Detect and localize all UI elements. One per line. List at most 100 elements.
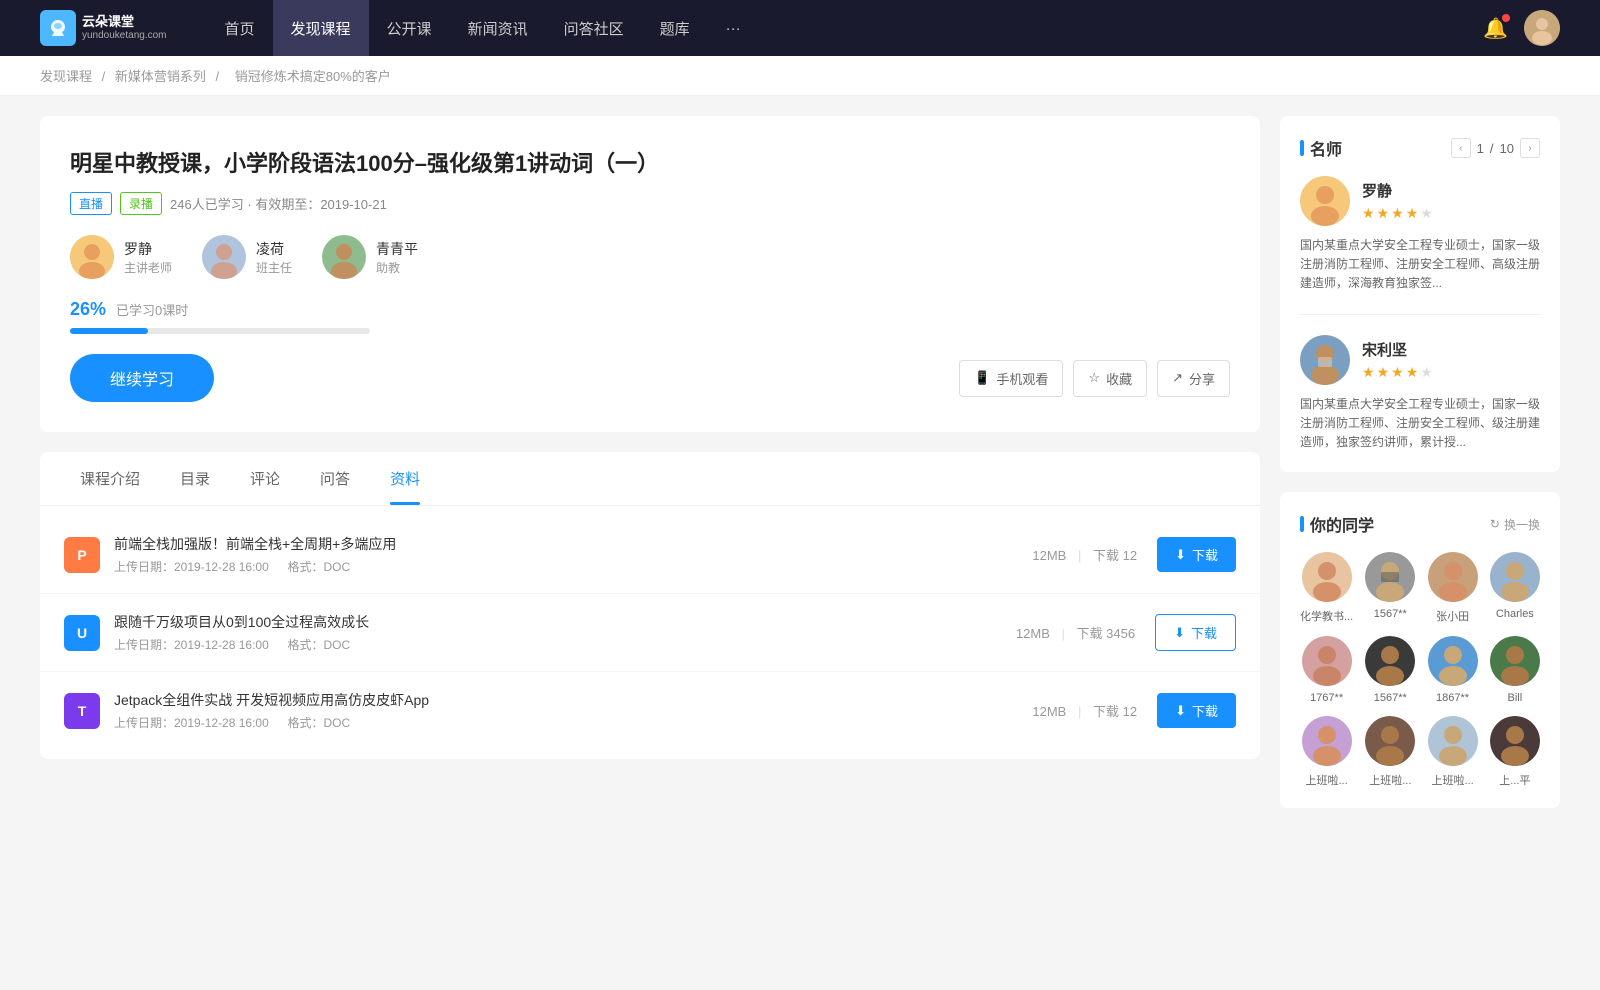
notification-bell[interactable]: 🔔 bbox=[1483, 16, 1508, 41]
file-list: P 前端全栈加强版！前端全栈+全周期+多端应用 上传日期：2019-12-28 … bbox=[40, 506, 1260, 759]
continue-button[interactable]: 继续学习 bbox=[70, 354, 214, 402]
tab-qa[interactable]: 问答 bbox=[300, 452, 370, 505]
logo-name: 云朵课堂 bbox=[82, 14, 134, 29]
student-name-5: 1567** bbox=[1374, 692, 1407, 704]
instructor-0: 罗静 主讲老师 bbox=[70, 235, 172, 279]
nav-item-open[interactable]: 公开课 bbox=[369, 0, 450, 56]
file-stats-2: 12MB | 下载 12 bbox=[1032, 701, 1137, 720]
teacher-stars-0: ★ ★ ★ ★ ★ bbox=[1362, 205, 1433, 222]
nav-item-qa[interactable]: 问答社区 bbox=[546, 0, 642, 56]
tab-reviews[interactable]: 评论 bbox=[230, 452, 300, 505]
download-icon-2: ⬇ bbox=[1175, 703, 1186, 719]
student-name-1: 1567** bbox=[1374, 608, 1407, 620]
course-actions: 继续学习 📱 手机观看 ☆ 收藏 ↗ 分享 bbox=[70, 354, 1230, 402]
nav-items: 首页 发现课程 公开课 新闻资讯 问答社区 题库 ··· bbox=[207, 0, 1484, 56]
student-item-8: 上班啦... bbox=[1300, 716, 1353, 788]
pager-total: 10 bbox=[1500, 141, 1514, 156]
refresh-icon: ↻ bbox=[1490, 517, 1500, 531]
download-icon-0: ⬇ bbox=[1175, 547, 1186, 563]
teachers-pager: ‹ 1 / 10 › bbox=[1451, 138, 1540, 158]
course-students: 246人已学习 · 有效期至：2019-10-21 bbox=[170, 194, 387, 213]
download-button-2[interactable]: ⬇ 下载 bbox=[1157, 693, 1236, 728]
instructor-role-1: 班主任 bbox=[256, 259, 292, 276]
course-instructors: 罗静 主讲老师 凌荷 班主任 bbox=[70, 235, 1230, 279]
breadcrumb-discover[interactable]: 发现课程 bbox=[40, 69, 92, 84]
collect-button[interactable]: ☆ 收藏 bbox=[1073, 360, 1147, 397]
file-name-0: 前端全栈加强版！前端全栈+全周期+多端应用 bbox=[114, 534, 1032, 554]
student-item-6: 1867** bbox=[1427, 636, 1477, 704]
file-stats-0: 12MB | 下载 12 bbox=[1032, 545, 1137, 564]
star-icon: ☆ bbox=[1088, 370, 1100, 386]
student-name-10: 上班啦... bbox=[1431, 772, 1473, 788]
progress-bar-bg bbox=[70, 328, 370, 334]
instructor-role-2: 助教 bbox=[376, 259, 418, 276]
mobile-icon: 📱 bbox=[974, 370, 990, 386]
instructor-2: 青青平 助教 bbox=[322, 235, 418, 279]
download-button-1[interactable]: ⬇ 下载 bbox=[1155, 614, 1236, 651]
nav-item-discover[interactable]: 发现课程 bbox=[273, 0, 369, 56]
file-icon-1: U bbox=[64, 615, 100, 651]
student-name-11: 上...平 bbox=[1499, 772, 1530, 788]
nav-item-news[interactable]: 新闻资讯 bbox=[450, 0, 546, 56]
tabs-header: 课程介绍 目录 评论 问答 资料 bbox=[40, 452, 1260, 506]
student-item-2: 张小田 bbox=[1427, 552, 1477, 624]
student-item-3: Charles bbox=[1490, 552, 1540, 624]
mobile-watch-button[interactable]: 📱 手机观看 bbox=[959, 360, 1063, 397]
instructor-name-0: 罗静 bbox=[124, 239, 172, 259]
pager-next[interactable]: › bbox=[1520, 138, 1540, 158]
content-area: 明星中教授课，小学阶段语法100分–强化级第1讲动词（一） 直播 录播 246人… bbox=[40, 116, 1260, 828]
course-tags: 直播 录播 246人已学习 · 有效期至：2019-10-21 bbox=[70, 192, 1230, 215]
nav-item-quiz[interactable]: 题库 bbox=[642, 0, 708, 56]
instructor-name-1: 凌荷 bbox=[256, 239, 292, 259]
student-name-2: 张小田 bbox=[1436, 608, 1469, 624]
instructor-role-0: 主讲老师 bbox=[124, 259, 172, 276]
logo[interactable]: 云朵课堂 yundouketang.com bbox=[40, 10, 167, 46]
tag-live: 直播 bbox=[70, 192, 112, 215]
student-item-1: 1567** bbox=[1365, 552, 1415, 624]
progress-section: 26% 已学习0课时 bbox=[70, 299, 1230, 334]
student-item-0: 化学教书... bbox=[1300, 552, 1353, 624]
user-avatar[interactable] bbox=[1524, 10, 1560, 46]
pager-prev[interactable]: ‹ bbox=[1451, 138, 1471, 158]
logo-subtext: yundouketang.com bbox=[82, 30, 167, 42]
student-name-7: Bill bbox=[1508, 692, 1523, 704]
student-name-4: 1767** bbox=[1310, 692, 1343, 704]
student-item-5: 1567** bbox=[1365, 636, 1415, 704]
progress-desc: 已学习0课时 bbox=[116, 300, 188, 319]
navigation: 云朵课堂 yundouketang.com 首页 发现课程 公开课 新闻资讯 问… bbox=[0, 0, 1600, 56]
course-title: 明星中教授课，小学阶段语法100分–强化级第1讲动词（一） bbox=[70, 146, 1230, 178]
teacher-desc-1: 国内某重点大学安全工程专业硕士，国家一级注册消防工程师、注册安全工程师、级注册建… bbox=[1300, 395, 1540, 453]
breadcrumb-current: 销冠修炼术搞定80%的客户 bbox=[235, 69, 391, 84]
file-item-1: U 跟随千万级项目从0到100全过程高效成长 上传日期：2019-12-28 1… bbox=[40, 594, 1260, 672]
tabs-section: 课程介绍 目录 评论 问答 资料 P 前端全栈加强版！前端全栈+全周期+多端应用… bbox=[40, 452, 1260, 759]
tab-materials[interactable]: 资料 bbox=[370, 452, 440, 505]
tab-catalog[interactable]: 目录 bbox=[160, 452, 230, 505]
download-button-0[interactable]: ⬇ 下载 bbox=[1157, 537, 1236, 572]
teachers-card: 名师 ‹ 1 / 10 › bbox=[1280, 116, 1560, 472]
logo-icon bbox=[40, 10, 76, 46]
file-name-2: Jetpack全组件实战 开发短视频应用高仿皮皮虾App bbox=[114, 690, 1032, 710]
teacher-item-1: 宋利坚 ★ ★ ★ ★ ★ 国内某重点大学安全工程专业硕士，国家一级注册消防工程… bbox=[1300, 335, 1540, 453]
file-name-1: 跟随千万级项目从0到100全过程高效成长 bbox=[114, 612, 1016, 632]
nav-item-more[interactable]: ··· bbox=[708, 0, 759, 56]
students-header: 你的同学 ↻ 换一换 bbox=[1300, 512, 1540, 536]
student-name-3: Charles bbox=[1496, 608, 1534, 620]
nav-item-home[interactable]: 首页 bbox=[207, 0, 273, 56]
teacher-avatar-0 bbox=[1300, 176, 1350, 226]
instructor-avatar-1 bbox=[202, 235, 246, 279]
students-title: 你的同学 bbox=[1300, 512, 1374, 536]
breadcrumb-series[interactable]: 新媒体营销系列 bbox=[115, 69, 206, 84]
nav-right: 🔔 bbox=[1483, 10, 1560, 46]
share-button[interactable]: ↗ 分享 bbox=[1157, 360, 1230, 397]
file-item-0: P 前端全栈加强版！前端全栈+全周期+多端应用 上传日期：2019-12-28 … bbox=[40, 516, 1260, 594]
teacher-desc-0: 国内某重点大学安全工程专业硕士，国家一级注册消防工程师、注册安全工程师、高级注册… bbox=[1300, 236, 1540, 294]
student-item-7: Bill bbox=[1490, 636, 1540, 704]
file-item-2: T Jetpack全组件实战 开发短视频应用高仿皮皮虾App 上传日期：2019… bbox=[40, 672, 1260, 749]
student-item-4: 1767** bbox=[1300, 636, 1353, 704]
student-name-0: 化学教书... bbox=[1300, 608, 1353, 624]
instructor-avatar-0 bbox=[70, 235, 114, 279]
download-icon-1: ⬇ bbox=[1174, 625, 1185, 641]
tab-intro[interactable]: 课程介绍 bbox=[60, 452, 160, 505]
refresh-button[interactable]: ↻ 换一换 bbox=[1490, 516, 1540, 533]
sidebar: 名师 ‹ 1 / 10 › bbox=[1280, 116, 1560, 828]
